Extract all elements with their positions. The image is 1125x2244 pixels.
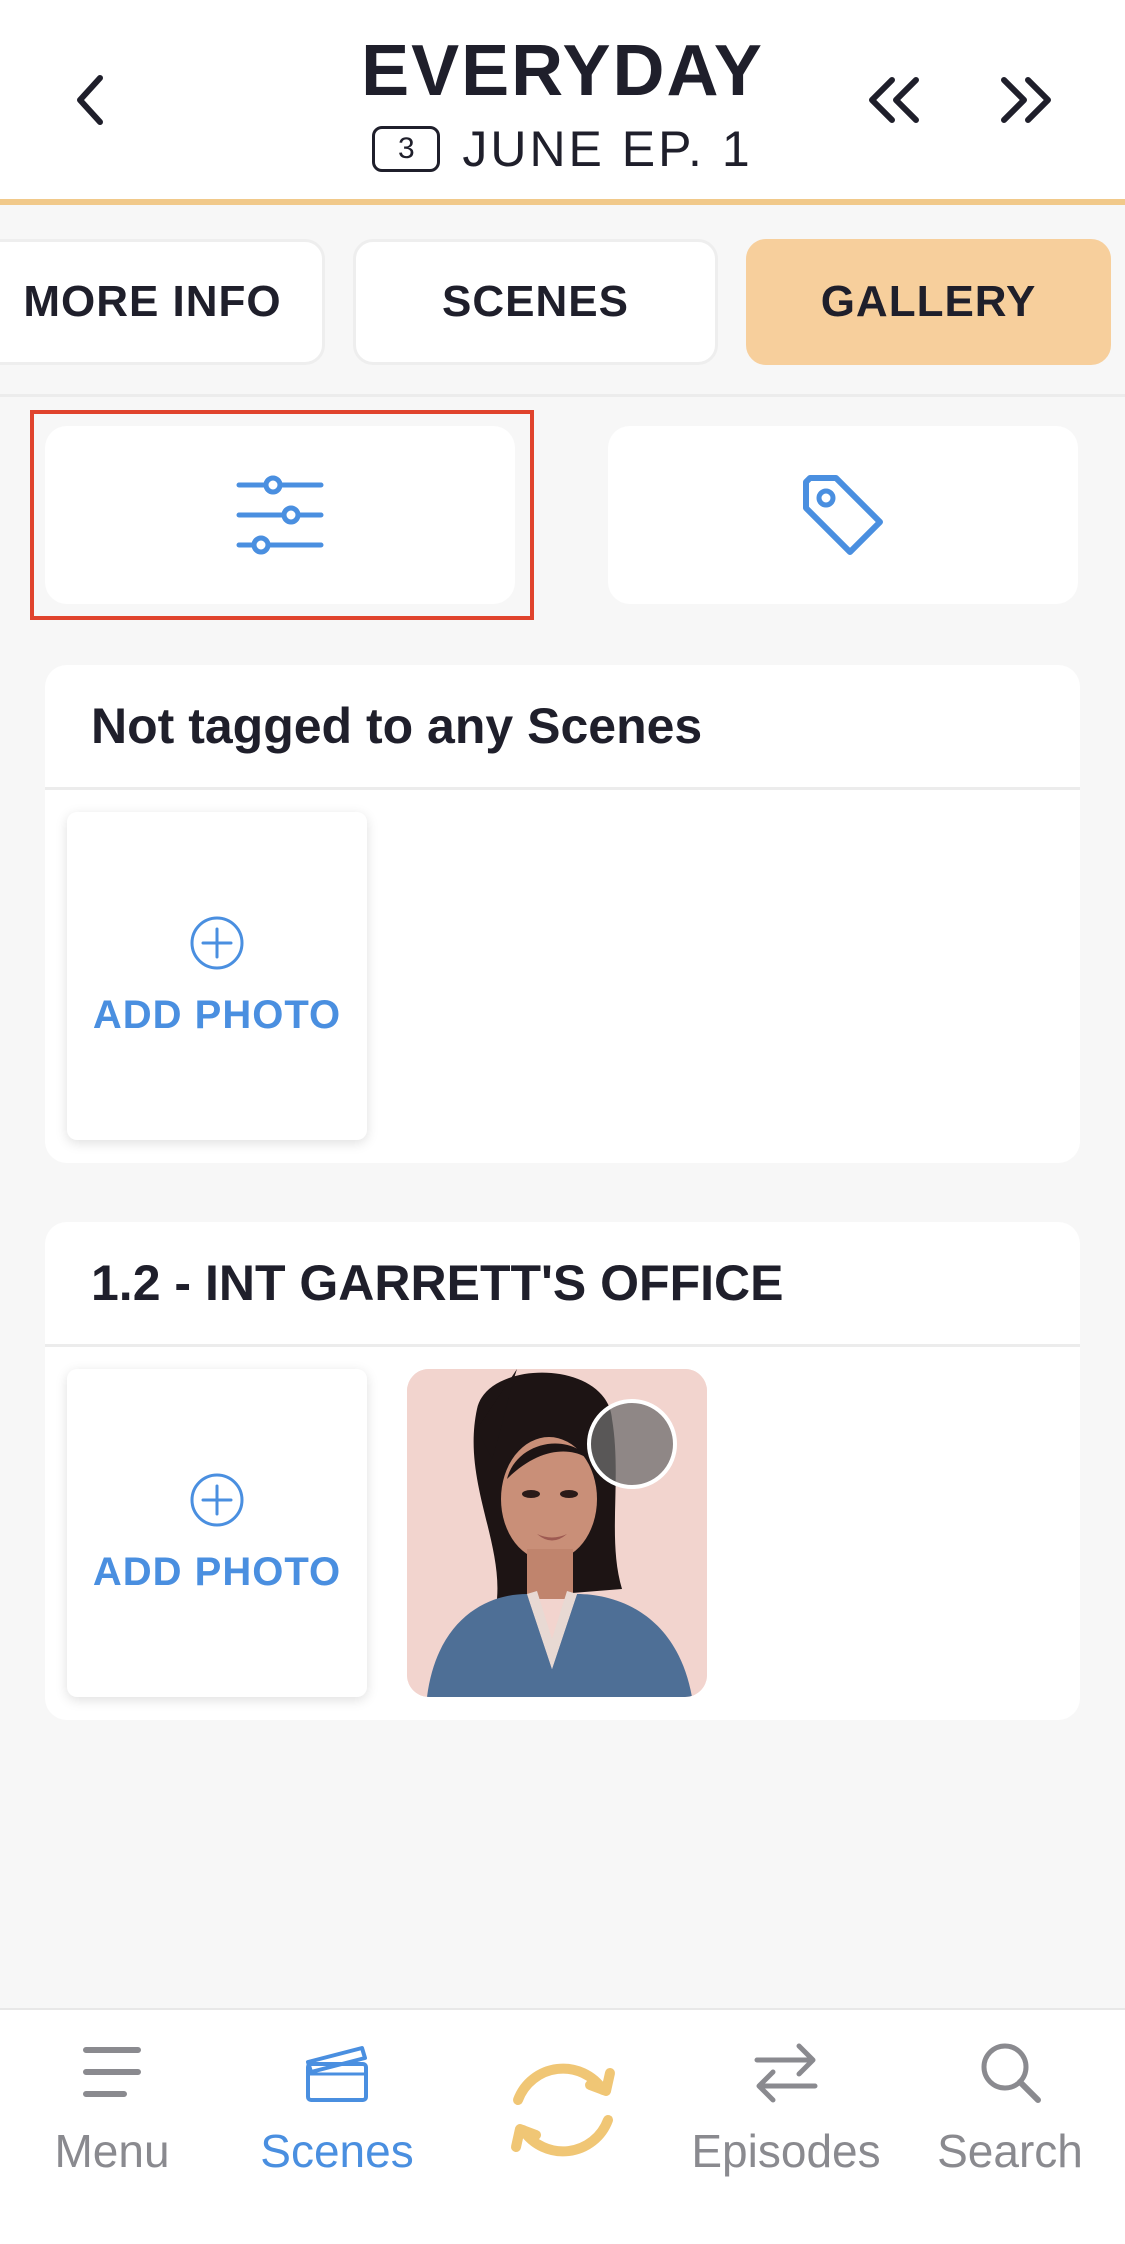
nav-scenes-label: Scenes (260, 2125, 414, 2177)
nav-episodes-label: Episodes (691, 2125, 881, 2177)
search-icon (981, 2043, 1041, 2103)
show-title: EVERYDAY (361, 31, 764, 111)
nav-scenes[interactable]: Scenes (237, 2040, 437, 2178)
nav-search-label: Search (937, 2125, 1083, 2177)
untagged-section: Not tagged to any Scenes ADD PHOTO (45, 665, 1080, 1163)
tag-icon (803, 475, 883, 555)
sliders-icon (236, 475, 324, 555)
section-title: 1.2 - INT GARRETT'S OFFICE (45, 1222, 1080, 1347)
tab-more-info[interactable]: MORE INFO (0, 239, 325, 365)
tab-scenes[interactable]: SCENES (353, 239, 718, 365)
add-photo-label: ADD PHOTO (92, 992, 342, 1037)
add-photo-button[interactable]: ADD PHOTO (67, 1369, 367, 1697)
day-badge: 3 (372, 126, 441, 172)
menu-icon (83, 2047, 141, 2097)
double-chevron-right-icon (1001, 77, 1051, 123)
episode-label: JUNE EP. 1 (462, 121, 753, 177)
section-photos: ADD PHOTO (45, 1347, 1080, 1717)
tab-bar: MORE INFO SCENES GALLERY (0, 211, 1125, 397)
next-episode-button[interactable] (982, 55, 1072, 145)
add-photo-label: ADD PHOTO (92, 1549, 342, 1594)
plus-circle-icon (190, 916, 244, 969)
bottom-navigation: Menu Scenes Episodes Search (0, 2008, 1125, 2244)
section-title: Not tagged to any Scenes (45, 665, 1080, 790)
nav-episodes[interactable]: Episodes (686, 2040, 886, 2178)
gallery-photo[interactable] (407, 1369, 707, 1697)
nav-menu[interactable]: Menu (12, 2040, 212, 2178)
double-chevron-left-icon (869, 77, 919, 123)
select-photo-checkbox[interactable] (587, 1399, 677, 1489)
tag-button[interactable] (608, 426, 1078, 604)
section-photos: ADD PHOTO (45, 790, 1080, 1160)
previous-episode-button[interactable] (848, 55, 938, 145)
sync-icon (511, 2063, 615, 2157)
nav-menu-label: Menu (54, 2125, 170, 2177)
plus-circle-icon (190, 1473, 244, 1526)
header: EVERYDAY 3 JUNE EP. 1 (0, 0, 1125, 205)
sync-button[interactable] (463, 2045, 663, 2175)
filter-button[interactable] (45, 426, 515, 604)
tab-gallery[interactable]: GALLERY (746, 239, 1111, 365)
add-photo-button[interactable]: ADD PHOTO (67, 812, 367, 1140)
clapperboard-icon (306, 2046, 368, 2102)
scene-section: 1.2 - INT GARRETT'S OFFICE ADD PHOTO (45, 1222, 1080, 1720)
swap-arrows-icon (754, 2043, 818, 2103)
nav-search[interactable]: Search (910, 2040, 1110, 2178)
episode-subtitle: 3 JUNE EP. 1 (0, 120, 1125, 178)
